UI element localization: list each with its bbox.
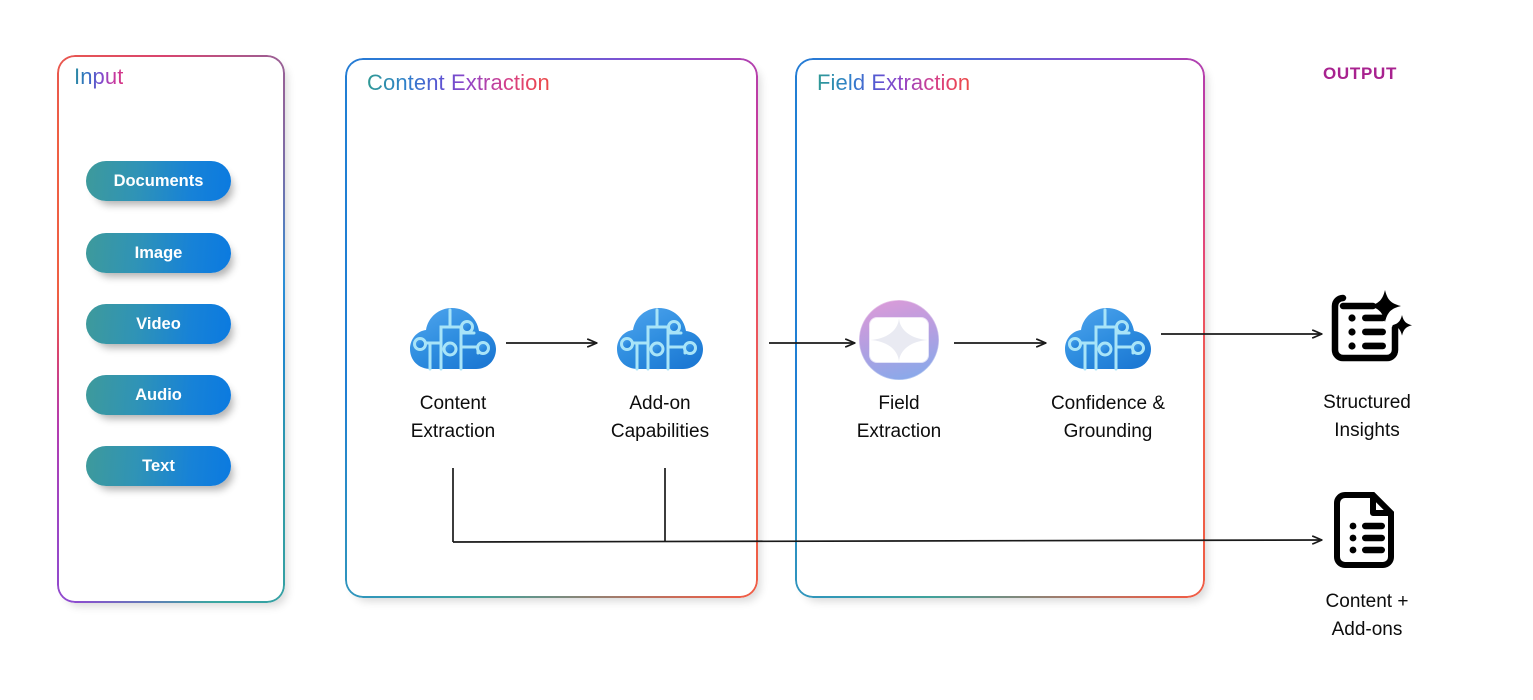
output-content-addons[interactable]: Content + Add-ons: [1277, 487, 1457, 643]
output-structured-insights[interactable]: Structured Insights: [1277, 288, 1457, 444]
node-field-extraction[interactable]: Field Extraction: [804, 299, 994, 445]
panel-content-extraction-title: Content Extraction: [367, 70, 550, 95]
document-list-icon: [1277, 487, 1457, 580]
panel-input-title: Input: [74, 64, 124, 89]
cloud-circuit-icon: [358, 303, 548, 377]
panel-field-extraction-title: Field Extraction: [817, 70, 971, 95]
input-pill-text[interactable]: Text: [86, 446, 231, 486]
sparkle-circle-icon: [804, 299, 994, 381]
output-heading: OUTPUT: [1323, 64, 1398, 83]
node-confidence-grounding[interactable]: Confidence & Grounding: [1013, 303, 1203, 445]
structured-insights-icon: [1277, 288, 1457, 381]
cloud-circuit-icon: [565, 303, 755, 377]
output-label-text: Structured Insights: [1323, 392, 1411, 441]
output-label-text: Content + Add-ons: [1325, 591, 1409, 640]
input-pill-documents[interactable]: Documents: [86, 161, 231, 201]
input-pill-image[interactable]: Image: [86, 233, 231, 273]
node-label: Field Extraction: [856, 393, 942, 442]
node-addon-capabilities[interactable]: Add-on Capabilities: [565, 303, 755, 445]
node-label: Content Extraction: [410, 393, 496, 442]
node-content-extraction[interactable]: Content Extraction: [358, 303, 548, 445]
cloud-circuit-icon: [1013, 303, 1203, 377]
input-pill-audio[interactable]: Audio: [86, 375, 231, 415]
input-pill-video[interactable]: Video: [86, 304, 231, 344]
node-label: Add-on Capabilities: [610, 393, 710, 442]
node-label: Confidence & Grounding: [1050, 393, 1166, 442]
